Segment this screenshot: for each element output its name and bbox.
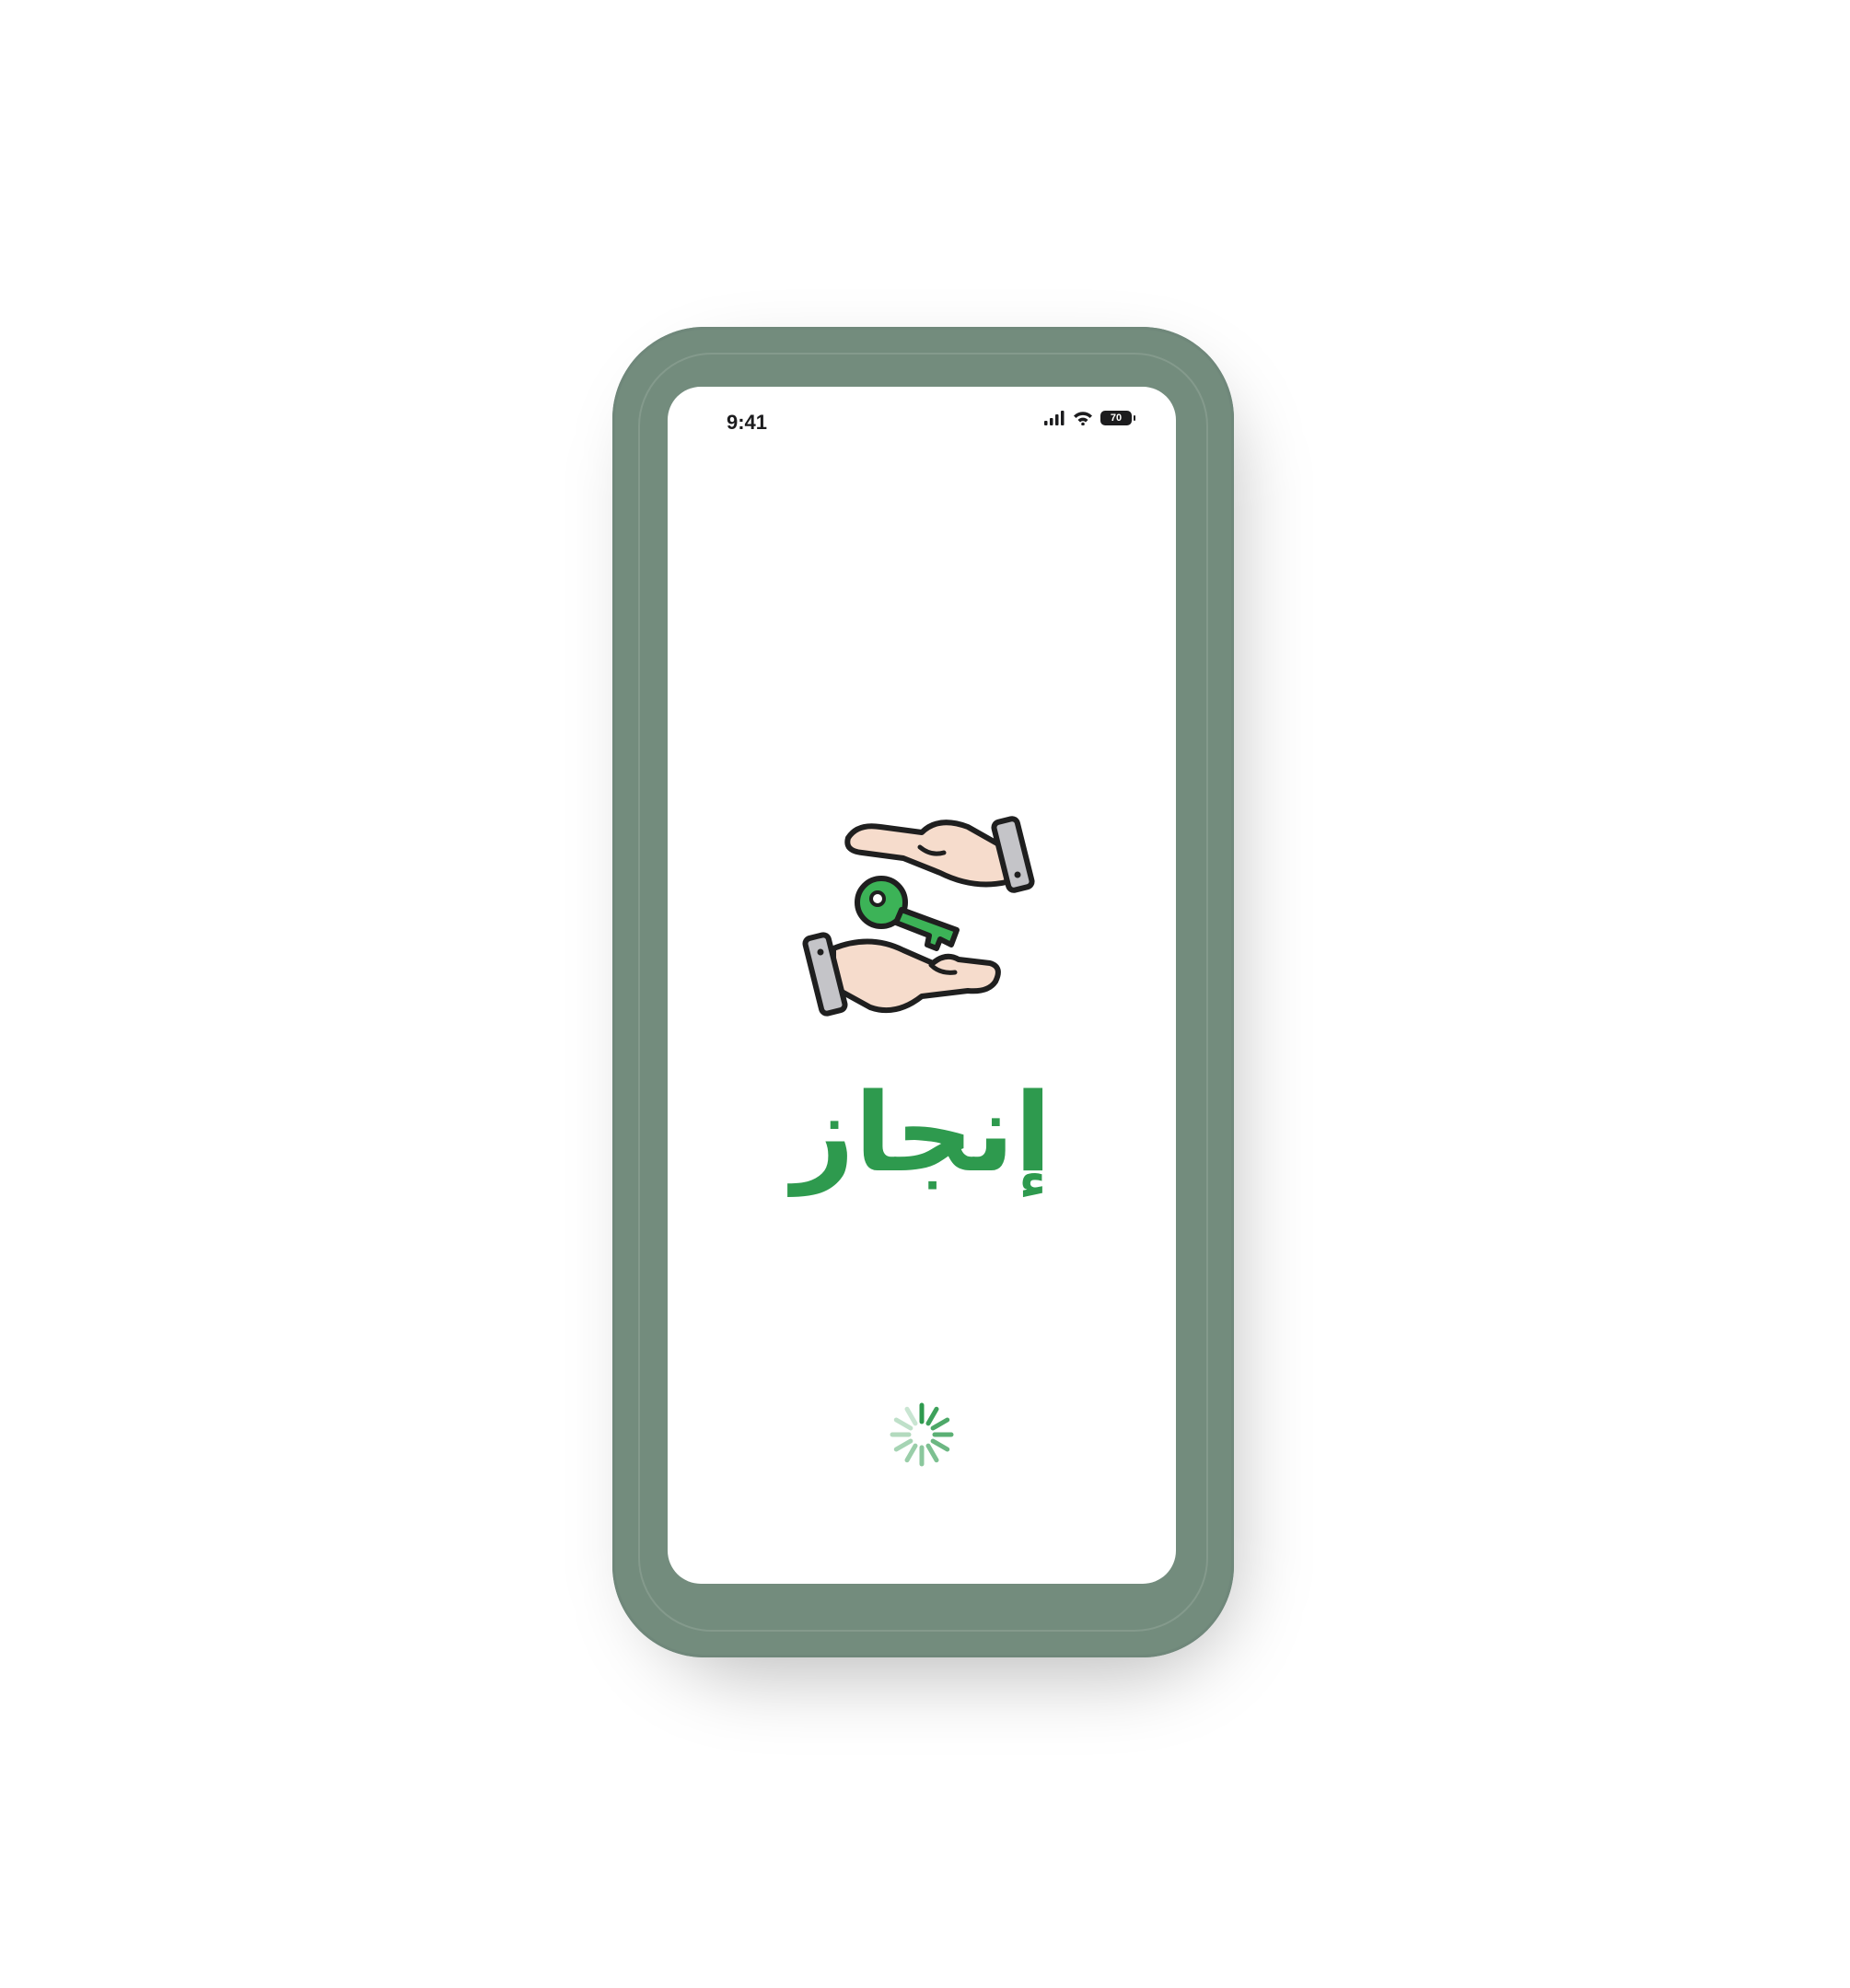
- hands-passing-key-icon: [802, 816, 1035, 1017]
- mockup-stage: 9:41 70 إنجاز: [0, 0, 1850, 1988]
- cellular-signal-icon: [1044, 411, 1065, 425]
- status-icons: 70: [1043, 411, 1135, 425]
- lower-hand: [802, 932, 1001, 1017]
- battery-icon: 70: [1100, 411, 1135, 425]
- key: [855, 876, 960, 951]
- status-bar: 9:41 70: [668, 387, 1176, 451]
- spinner-icon: [890, 1402, 954, 1467]
- battery-level: 70: [1110, 413, 1123, 424]
- phone-screen: 9:41 70 إنجاز: [668, 387, 1176, 1584]
- app-name: إنجاز: [791, 1069, 1053, 1196]
- status-time: 9:41: [727, 411, 768, 434]
- wifi-icon: [1074, 412, 1092, 425]
